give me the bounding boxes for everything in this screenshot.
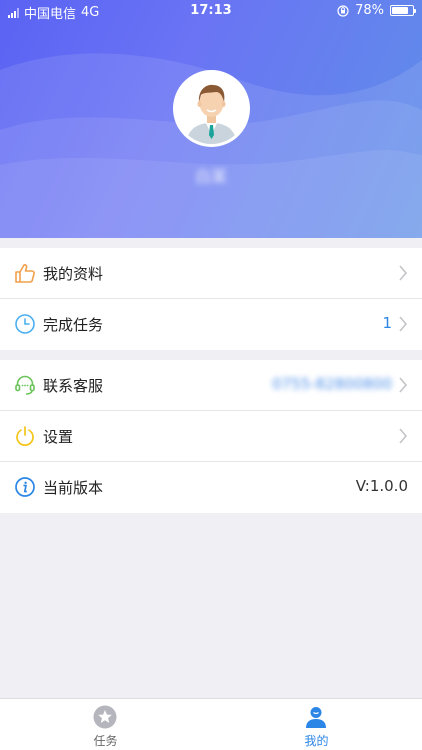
chevron-right-icon [399, 377, 408, 393]
service-phone-number: 0755-82800800 [272, 375, 392, 393]
orientation-lock-icon [337, 4, 349, 17]
profile-header: 中国电信 4G 17:13 78% 白某 [0, 0, 422, 238]
status-bar: 中国电信 4G 17:13 78% [0, 0, 422, 22]
user-icon [306, 707, 326, 728]
tab-tasks-label: 任务 [93, 734, 118, 748]
menu-group-settings: 联系客服 0755-82800800 设置 当前版本 V:1.0.0 [0, 360, 422, 513]
menu-item-my-profile[interactable]: 我的资料 [0, 248, 422, 299]
tab-tasks[interactable]: 任务 [0, 699, 211, 750]
tab-mine[interactable]: 我的 [211, 699, 422, 750]
menu-item-completed-tasks[interactable]: 完成任务 1 [0, 299, 422, 350]
chevron-right-icon [399, 265, 408, 281]
chevron-right-icon [399, 316, 408, 332]
app-version: V:1.0.0 [355, 477, 408, 495]
power-icon [16, 426, 34, 446]
menu-item-customer-service[interactable]: 联系客服 0755-82800800 [0, 360, 422, 411]
menu-item-label: 当前版本 [43, 479, 104, 497]
username: 白某 [194, 167, 227, 186]
menu-item-settings[interactable]: 设置 [0, 411, 422, 462]
info-icon [15, 477, 35, 497]
menu-group-profile: 我的资料 完成任务 1 [0, 248, 422, 350]
battery-icon [390, 5, 416, 16]
avatar-person-icon [176, 73, 247, 144]
battery-fill [392, 7, 408, 14]
avatar[interactable] [173, 70, 250, 147]
menu-item-label: 设置 [43, 428, 74, 446]
chevron-right-icon [399, 428, 408, 444]
bottom-tab-bar: 任务 我的 [0, 698, 422, 750]
thumbs-up-icon [15, 264, 35, 283]
menu-item-label: 联系客服 [43, 377, 104, 395]
completed-tasks-count: 1 [382, 314, 392, 332]
menu-item-label: 完成任务 [43, 316, 104, 334]
menu-item-label: 我的资料 [43, 265, 104, 283]
headset-icon [15, 375, 35, 395]
battery-percent: 78% [355, 3, 384, 18]
tab-mine-label: 我的 [304, 734, 329, 748]
menu-item-current-version: 当前版本 V:1.0.0 [0, 462, 422, 513]
star-icon [93, 705, 117, 729]
clock-icon [15, 314, 35, 334]
